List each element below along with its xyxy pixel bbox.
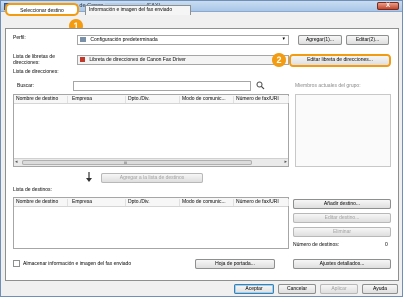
- address-list-header: Nombre de destino Empresa Dpto./Div. Mod…: [14, 95, 289, 104]
- edit-address-book-button[interactable]: Editar libreta de direcciones...: [289, 54, 391, 67]
- address-list[interactable]: Nombre de destino Empresa Dpto./Div. Mod…: [13, 94, 289, 167]
- group-members-list: [295, 94, 391, 167]
- add-destination-button[interactable]: Añadir destino...: [293, 199, 391, 209]
- profile-value: Configuración predeterminada: [90, 37, 158, 43]
- search-label: Buscar:: [17, 83, 34, 89]
- cancel-button[interactable]: Cancelar: [278, 284, 316, 294]
- accept-button[interactable]: Aceptar: [234, 284, 274, 294]
- destination-count-value: 0: [385, 242, 388, 248]
- tab-select-destination[interactable]: Seleccionar destino: [5, 3, 79, 16]
- detailed-settings-button[interactable]: Ajustes detallados...: [293, 259, 391, 269]
- profile-add-button[interactable]: Agregar(1)...: [298, 35, 342, 45]
- dest-col-company[interactable]: Empresa: [70, 199, 126, 206]
- search-input[interactable]: [73, 81, 251, 91]
- close-button[interactable]: X: [377, 2, 399, 10]
- delete-destination-button[interactable]: Eliminar: [293, 227, 391, 237]
- address-list-label: Lista de direcciones:: [13, 69, 59, 75]
- scroll-left-icon[interactable]: ◂: [15, 159, 18, 165]
- callout-badge-2: 2: [272, 53, 286, 67]
- store-fax-checkbox[interactable]: [13, 260, 20, 267]
- dest-col-department[interactable]: Dpto./Div.: [126, 199, 180, 206]
- chevron-down-icon: ▾: [282, 36, 285, 42]
- tab-sent-fax-info[interactable]: Información e imagen del fax enviado: [85, 5, 191, 15]
- destinations-label: Lista de destinos:: [13, 187, 52, 193]
- destination-count-label: Número de destinos:: [293, 242, 340, 248]
- address-book-label-2: direcciones:: [13, 60, 40, 66]
- col-destination-name[interactable]: Nombre de destino: [14, 96, 68, 103]
- apply-button[interactable]: Aplicar: [320, 284, 358, 294]
- destinations-list-header: Nombre de destino Empresa Dpto./Div. Mod…: [14, 198, 289, 207]
- scroll-right-icon[interactable]: ▸: [284, 159, 287, 165]
- dest-col-comm-mode[interactable]: Modo de comunic...: [180, 199, 234, 206]
- add-to-destinations-button[interactable]: Agregar a la lista de destinos: [101, 173, 203, 183]
- address-list-scrollbar[interactable]: ◂ III ▸: [14, 158, 288, 166]
- help-button[interactable]: Ayuda: [362, 284, 398, 294]
- edit-destination-button[interactable]: Editar destino...: [293, 213, 391, 223]
- address-book-select[interactable]: Libreta de direcciones de Canon Fax Driv…: [77, 55, 289, 65]
- col-fax-number[interactable]: Número de fax/URI: [234, 96, 289, 103]
- print-preferences-window: Preferencias de impresión de Canon (FAX)…: [0, 0, 403, 297]
- dest-col-fax-number[interactable]: Número de fax/URI: [234, 199, 289, 206]
- profile-icon: [80, 37, 86, 43]
- destinations-list[interactable]: Nombre de destino Empresa Dpto./Div. Mod…: [13, 197, 289, 249]
- col-comm-mode[interactable]: Modo de comunic...: [180, 96, 234, 103]
- dest-col-destination-name[interactable]: Nombre de destino: [14, 199, 68, 206]
- cover-page-button[interactable]: Hoja de portada...: [195, 259, 275, 269]
- profile-select[interactable]: Configuración predeterminada ▾: [77, 35, 289, 45]
- arrow-down-icon: [85, 172, 93, 182]
- address-book-value: Libreta de direcciones de Canon Fax Driv…: [89, 57, 186, 63]
- store-fax-label: Almacenar información e imagen del fax e…: [23, 261, 132, 267]
- scroll-thumb[interactable]: [22, 160, 252, 165]
- address-book-icon: [80, 57, 85, 63]
- col-department[interactable]: Dpto./Div.: [126, 96, 180, 103]
- col-company[interactable]: Empresa: [70, 96, 126, 103]
- profile-edit-button[interactable]: Editar(2)...: [346, 35, 389, 45]
- group-members-label: Miembros actuales del grupo:: [295, 83, 361, 89]
- scroll-grip: III: [124, 160, 128, 165]
- search-icon[interactable]: [256, 81, 265, 90]
- profile-label: Perfil:: [13, 35, 26, 41]
